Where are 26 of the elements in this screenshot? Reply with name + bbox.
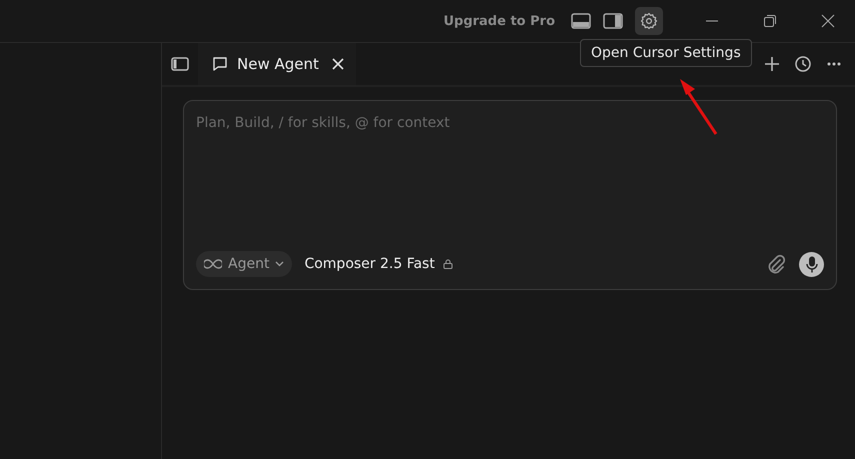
prompt-field[interactable]: Plan, Build, / for skills, @ for context <box>196 113 824 133</box>
mode-dropdown[interactable]: Agent <box>196 251 292 277</box>
lock-icon <box>442 259 453 269</box>
agent-tab[interactable]: New Agent <box>198 43 356 85</box>
model-selector[interactable]: Composer 2.5 Fast <box>304 256 435 272</box>
sidebar-toggle-icon[interactable] <box>171 57 189 71</box>
settings-button[interactable] <box>635 7 663 35</box>
close-tab-icon[interactable] <box>332 58 344 70</box>
restore-icon[interactable] <box>763 14 777 28</box>
tab-label: New Agent <box>237 55 319 73</box>
plus-icon[interactable] <box>765 57 779 71</box>
sidebar-layout-icon[interactable] <box>603 13 623 29</box>
annotation-arrow <box>680 79 718 135</box>
paperclip-icon[interactable] <box>767 254 785 274</box>
more-icon[interactable] <box>827 62 841 66</box>
history-icon[interactable] <box>795 56 811 72</box>
tooltip: Open Cursor Settings <box>580 39 752 67</box>
chevron-down-icon <box>275 261 284 267</box>
close-icon[interactable] <box>821 14 835 28</box>
upgrade-link[interactable]: Upgrade to Pro <box>443 14 555 28</box>
microphone-icon <box>806 256 818 272</box>
panel-layout-icon[interactable] <box>571 13 591 29</box>
chat-icon <box>212 56 228 72</box>
infinity-icon <box>204 259 222 269</box>
microphone-button[interactable] <box>799 252 824 276</box>
settings-icon <box>640 12 658 30</box>
